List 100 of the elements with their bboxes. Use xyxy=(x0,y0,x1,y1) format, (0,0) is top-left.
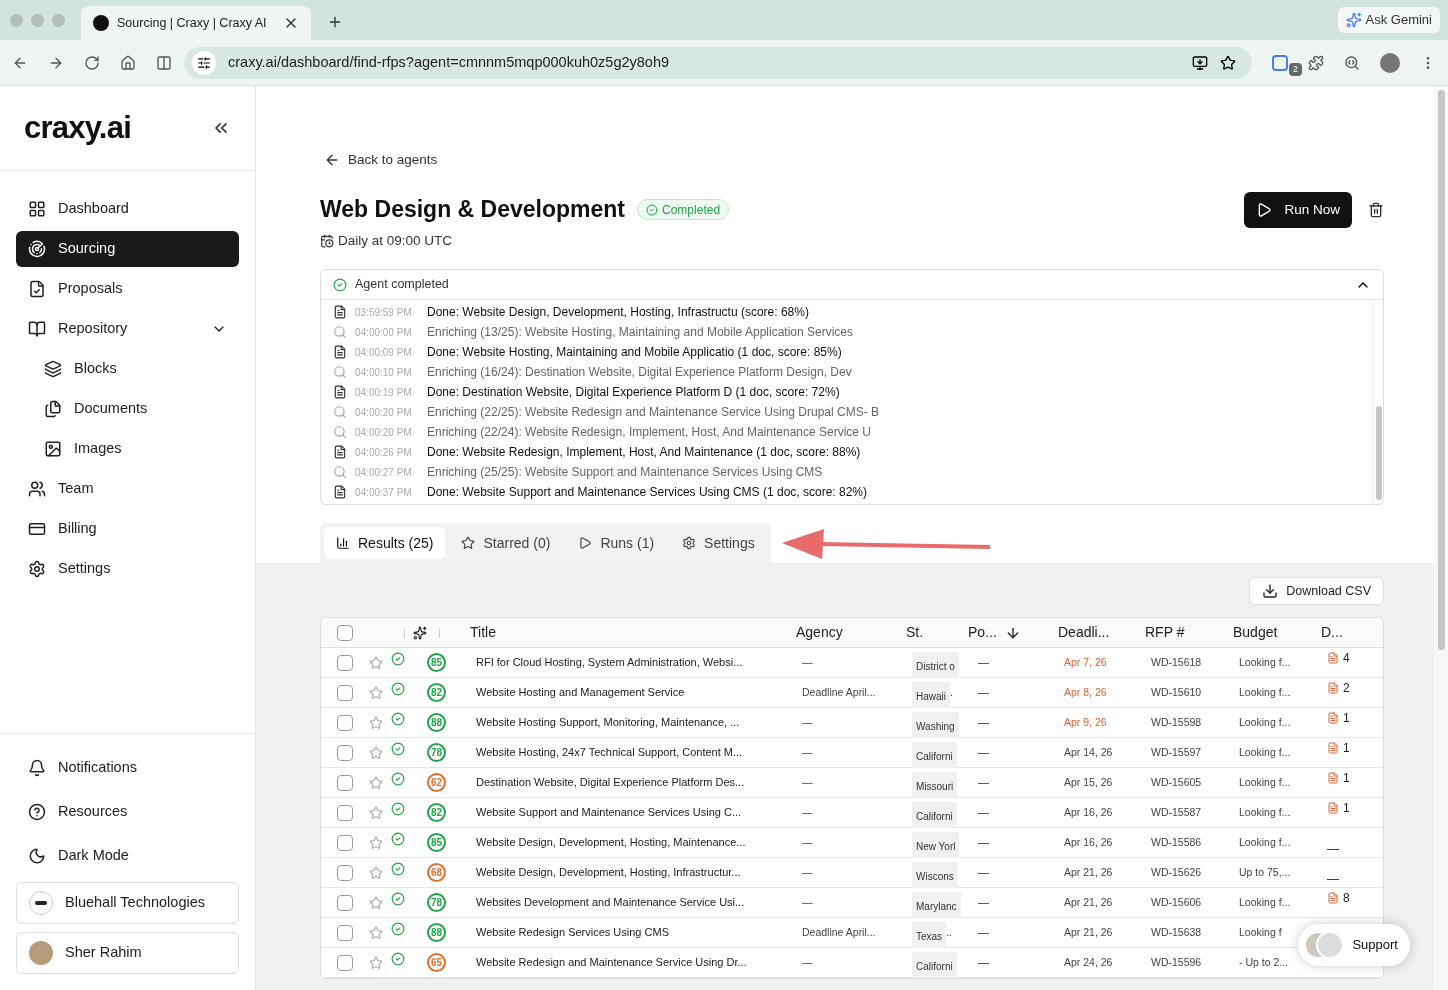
address-bar[interactable]: craxy.ai/dashboard/find-rfps?agent=cmnnm5mqp000kuh0z5g2y8oh9 xyxy=(184,46,1252,79)
run-now-button[interactable]: Run Now xyxy=(1244,192,1352,229)
column-header[interactable]: Agency xyxy=(788,622,898,643)
star-icon[interactable] xyxy=(369,685,383,700)
rfp-cell-text: WD-15606 xyxy=(1150,894,1203,910)
profile-avatar[interactable] xyxy=(1380,52,1400,73)
agency-cell-text: — xyxy=(801,834,814,850)
deadline-cell-text: Apr 9, 26 xyxy=(1063,714,1108,730)
checkbox[interactable] xyxy=(337,894,353,911)
document-icon xyxy=(1327,682,1339,694)
column-header[interactable]: Deadli... xyxy=(1050,622,1137,643)
column-header[interactable]: Title xyxy=(458,622,788,643)
sidebar-item[interactable]: Settings xyxy=(16,551,239,587)
title-cell[interactable]: Website Redesign Services Using CMS xyxy=(464,924,794,941)
title-cell[interactable]: Website Support and Maintenance Services Using C... xyxy=(464,804,794,821)
star-icon[interactable] xyxy=(369,715,383,730)
site-settings-icon[interactable] xyxy=(197,55,211,70)
checkbox[interactable] xyxy=(337,834,353,851)
back-link[interactable]: Back to agents xyxy=(324,150,438,171)
sidebar-item[interactable]: Team xyxy=(16,471,239,507)
image-icon xyxy=(44,440,62,458)
checkbox[interactable] xyxy=(337,654,353,671)
title-cell[interactable]: Destination Website, Digital Experience Platform Des... xyxy=(464,774,794,791)
split-view-icon[interactable] xyxy=(156,54,172,71)
tab[interactable]: Settings xyxy=(670,527,767,559)
browser-tab[interactable]: Sourcing | Craxy | Craxy AI xyxy=(81,6,311,40)
status-icon xyxy=(391,652,405,666)
column-header[interactable]: Po... xyxy=(960,622,1050,643)
sidebar-item[interactable]: Billing xyxy=(16,511,239,547)
sidebar-item[interactable]: Dark Mode xyxy=(16,838,239,874)
star-icon[interactable] xyxy=(369,775,383,790)
star-icon[interactable] xyxy=(369,655,383,670)
scrollbar[interactable] xyxy=(1434,86,1448,990)
checkbox[interactable] xyxy=(337,924,353,941)
extensions-icon[interactable] xyxy=(1308,54,1324,71)
checkbox[interactable] xyxy=(337,954,353,971)
tab[interactable]: Runs (1) xyxy=(566,527,667,559)
checkbox[interactable] xyxy=(337,714,353,731)
score-ring: 82 xyxy=(427,683,446,702)
sidebar-item[interactable]: Dashboard xyxy=(16,191,239,227)
download-csv-button[interactable]: Download CSV xyxy=(1249,577,1384,605)
checkbox[interactable] xyxy=(337,744,353,761)
document-count: 8 xyxy=(1343,892,1350,904)
bookmark-icon[interactable] xyxy=(1220,54,1236,71)
title-cell[interactable]: RFI for Cloud Hosting, System Administration, Websi... xyxy=(464,654,794,671)
title-cell[interactable]: Website Redesign and Maintenance Service Using Dr... xyxy=(464,954,794,971)
sidebar-item[interactable]: Repository xyxy=(16,311,239,347)
gemini-button[interactable]: Ask Gemini xyxy=(1337,7,1440,33)
organization-button[interactable]: Bluehall Technologies xyxy=(16,882,239,924)
column-header[interactable]: RFP # xyxy=(1137,622,1225,643)
window-control[interactable] xyxy=(52,13,65,27)
column-header[interactable]: Budget xyxy=(1225,622,1313,643)
budget-cell-text: Looking f... xyxy=(1238,834,1292,850)
checkbox[interactable] xyxy=(337,624,353,641)
title-cell[interactable]: Website Hosting Support, Monitoring, Maintenance, ... xyxy=(464,714,794,731)
sidebar-item[interactable]: Proposals xyxy=(16,271,239,307)
checkbox[interactable] xyxy=(337,684,353,701)
chart-icon xyxy=(336,536,350,550)
title-cell[interactable]: Websites Development and Maintenance Service Usi... xyxy=(464,894,794,911)
checkbox[interactable] xyxy=(337,804,353,821)
column-header[interactable]: D... xyxy=(1313,622,1361,643)
sidebar-item[interactable]: Notifications xyxy=(16,750,239,786)
checkbox[interactable] xyxy=(337,774,353,791)
delete-icon[interactable] xyxy=(1368,202,1384,219)
window-control[interactable] xyxy=(10,13,23,27)
sidebar-item[interactable]: Images xyxy=(16,431,239,467)
star-icon[interactable] xyxy=(369,805,383,820)
log-message: Done: Website Redesign, Implement, Host, And Maintenance (1 doc, score: 88%) xyxy=(427,444,861,461)
document-icon xyxy=(333,345,347,359)
sidebar-item[interactable]: Documents xyxy=(16,391,239,427)
sidebar-item[interactable]: Resources xyxy=(16,794,239,830)
checkbox[interactable] xyxy=(337,864,353,881)
star-icon[interactable] xyxy=(369,955,383,970)
reload-icon[interactable] xyxy=(84,54,100,71)
title-cell[interactable]: Website Design, Development, Hosting, Infrastructur... xyxy=(464,864,794,881)
document-count: 2 xyxy=(1343,682,1350,694)
home-icon[interactable] xyxy=(120,54,136,71)
support-button[interactable]: Support xyxy=(1298,924,1410,966)
extension-icon[interactable] xyxy=(1272,54,1288,71)
log-message: Enriching (22/25): Website Redesign and Maintenance Service Using Drupal CMS- B xyxy=(427,404,879,421)
ai-score-icon[interactable] xyxy=(413,625,427,640)
title-cell[interactable]: Website Design, Development, Hosting, Maintenance... xyxy=(464,834,794,851)
star-icon[interactable] xyxy=(369,865,383,880)
sidebar-item[interactable]: Blocks xyxy=(16,351,239,387)
column-header[interactable]: St. xyxy=(898,622,960,643)
install-icon[interactable] xyxy=(1192,54,1208,71)
tab[interactable]: Starred (0) xyxy=(449,527,563,559)
star-icon[interactable] xyxy=(369,835,383,850)
star-icon[interactable] xyxy=(369,745,383,760)
sidebar-item[interactable]: Sourcing xyxy=(16,231,239,267)
window-control[interactable] xyxy=(31,13,44,27)
tab[interactable]: Results (25) xyxy=(324,527,446,559)
user-button[interactable]: Sher Rahim xyxy=(16,932,239,974)
star-icon[interactable] xyxy=(369,895,383,910)
title-cell[interactable]: Website Hosting and Management Service xyxy=(464,684,794,701)
star-icon[interactable] xyxy=(369,925,383,940)
scrollbar[interactable] xyxy=(1373,300,1383,504)
new-tab-icon[interactable] xyxy=(327,14,343,30)
title-cell[interactable]: Website Hosting, 24x7 Technical Support, Content M... xyxy=(464,744,794,761)
rfp-cell-text: WD-15598 xyxy=(1150,714,1203,730)
